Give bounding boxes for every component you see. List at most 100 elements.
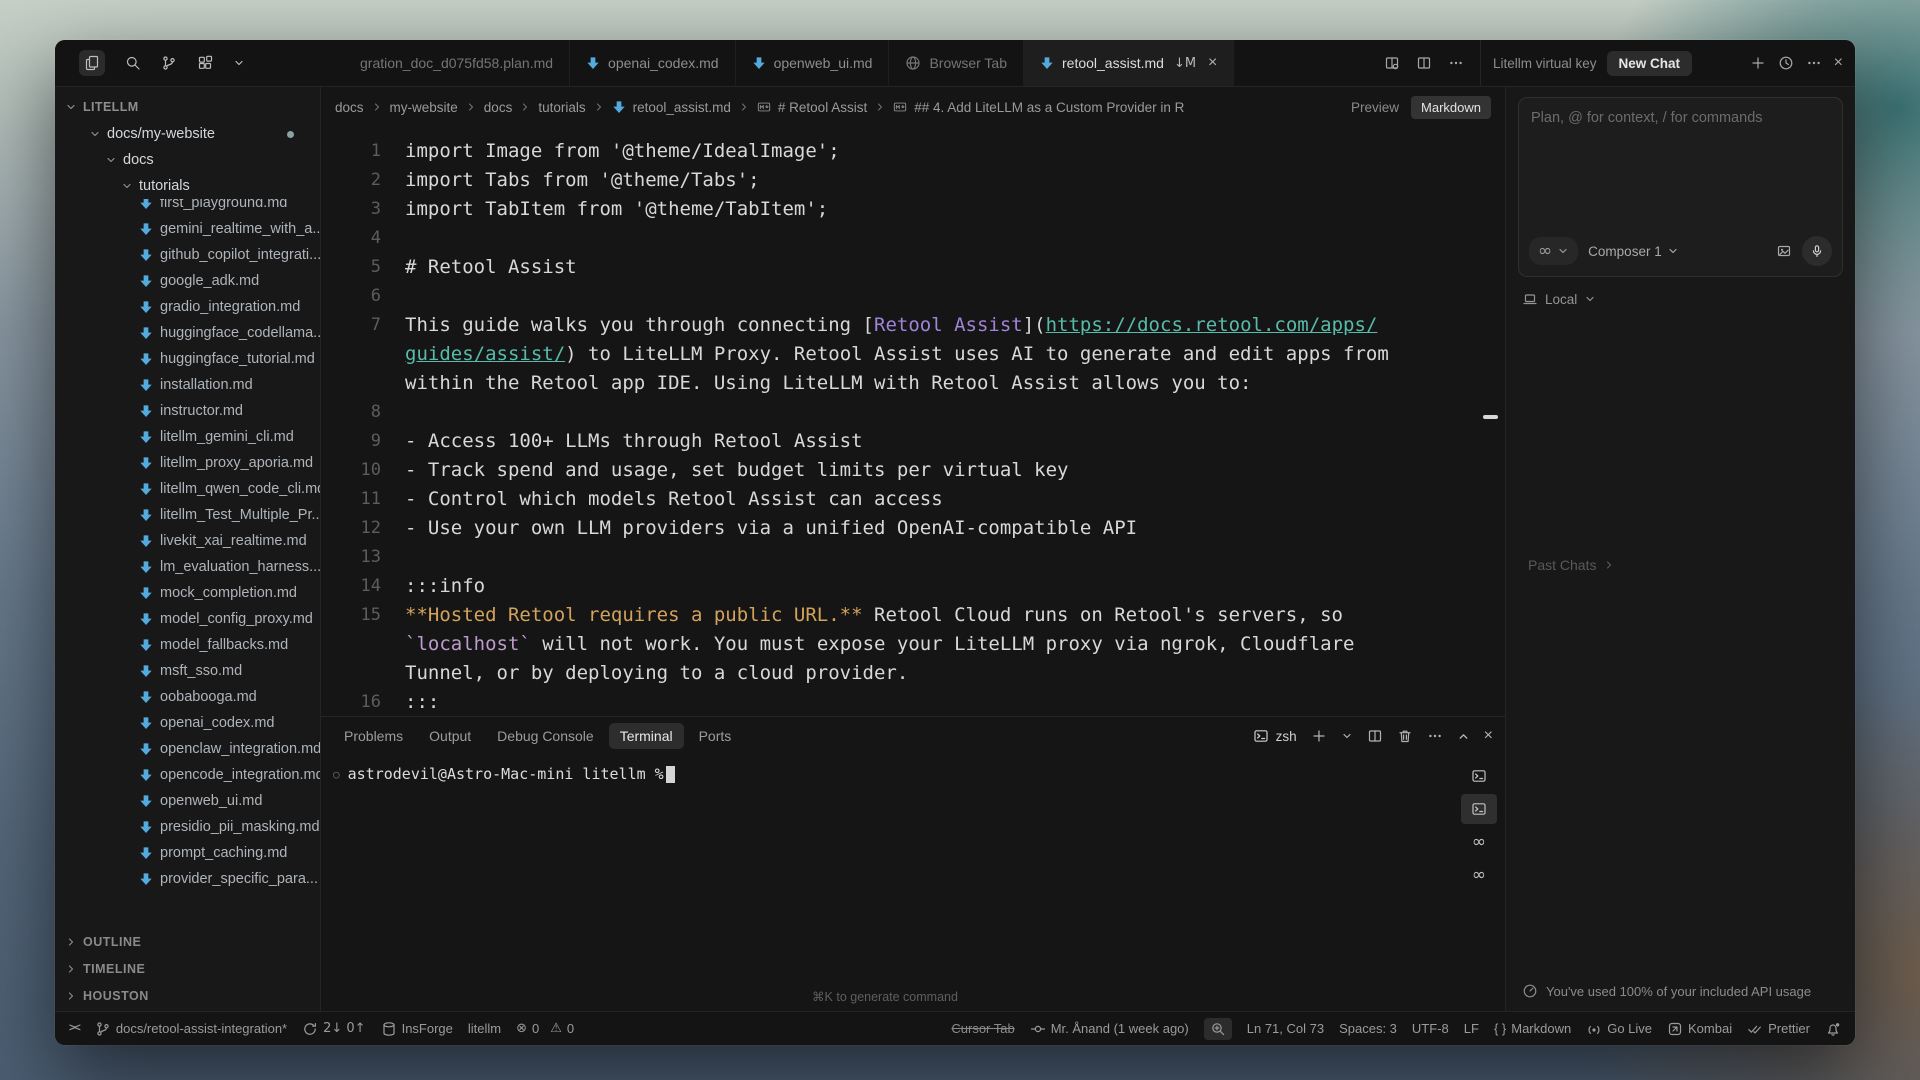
status-project[interactable]: litellm [468, 1021, 501, 1036]
tree-root[interactable]: LITELLM [55, 93, 320, 121]
file-openweb-ui-md[interactable]: openweb_ui.md [55, 788, 320, 814]
model-selector[interactable]: Composer 1 [1588, 244, 1679, 259]
status-branch[interactable]: docs/retool-assist-integration* [95, 1021, 287, 1037]
status-sync[interactable]: 2↓ 0↑ [302, 1021, 365, 1037]
status-eol[interactable]: LF [1464, 1021, 1479, 1036]
file-oobabooga-md[interactable]: oobabooga.md [55, 684, 320, 710]
file-openclaw-integration-md[interactable]: openclaw_integration.md [55, 736, 320, 762]
file-livekit-xai-realtime-md[interactable]: livekit_xai_realtime.md [55, 528, 320, 554]
file-openai-codex-md[interactable]: openai_codex.md [55, 710, 320, 736]
breadcrumb-item[interactable]: docs [335, 100, 364, 115]
status-search-toggle[interactable] [1204, 1018, 1232, 1040]
source-control-icon[interactable] [161, 55, 177, 71]
status-notifications[interactable] [1825, 1021, 1841, 1037]
status-blame[interactable]: Mr. Ånand (1 week ago) [1030, 1021, 1189, 1037]
folder-docs[interactable]: docs [55, 147, 320, 173]
panel-tab-terminal[interactable]: Terminal [609, 723, 684, 749]
file-huggingface-tutorial-md[interactable]: huggingface_tutorial.md [55, 346, 320, 372]
voice-input-button[interactable] [1802, 236, 1832, 266]
close-icon[interactable]: × [1834, 55, 1843, 71]
preview-label[interactable]: Preview [1351, 100, 1399, 115]
file-litellm-proxy-aporia-md[interactable]: litellm_proxy_aporia.md [55, 450, 320, 476]
chat-tab-new-chat[interactable]: New Chat [1607, 51, 1693, 76]
tab-close-icon[interactable]: × [1208, 54, 1217, 72]
chevron-down-icon[interactable] [233, 57, 245, 69]
status-position[interactable]: Ln 71, Col 73 [1247, 1021, 1324, 1036]
file-huggingface-codellama-[interactable]: huggingface_codellama... [55, 320, 320, 346]
file-model-fallbacks-md[interactable]: model_fallbacks.md [55, 632, 320, 658]
breadcrumb-item[interactable]: my-website [390, 100, 458, 115]
file-google-adk-md[interactable]: google_adk.md [55, 268, 320, 294]
file-gradio-integration-md[interactable]: gradio_integration.md [55, 294, 320, 320]
sidebar-section-timeline[interactable]: TIMELINE [55, 955, 320, 982]
status-prettier[interactable]: Prettier [1747, 1021, 1810, 1037]
files-icon[interactable] [79, 50, 105, 76]
terminal-body[interactable]: ○ astrodevil@Astro-Mac-mini litellm % ⌘K… [321, 755, 1505, 1011]
status-cursor-tab[interactable]: Cursor Tab [951, 1021, 1014, 1036]
chat-input[interactable]: Plan, @ for context, / for commands ∞ Co… [1518, 97, 1843, 277]
file-model-config-proxy-md[interactable]: model_config_proxy.md [55, 606, 320, 632]
status-encoding[interactable]: UTF-8 [1412, 1021, 1449, 1036]
terminal-session-infinity[interactable]: ∞ [1461, 860, 1497, 890]
tab-openai-codex-md[interactable]: openai_codex.md [570, 40, 736, 86]
status-spaces[interactable]: Spaces: 3 [1339, 1021, 1397, 1036]
breadcrumb-item[interactable]: docs [484, 100, 513, 115]
code-editor[interactable]: 1import Image from '@theme/IdealImage';2… [321, 127, 1505, 716]
status-language[interactable]: { }Markdown [1494, 1021, 1571, 1036]
file-mock-completion-md[interactable]: mock_completion.md [55, 580, 320, 606]
new-terminal-button[interactable] [1311, 728, 1327, 744]
breadcrumb-anchor[interactable]: # Retool Assist [778, 100, 867, 115]
breadcrumb-anchor[interactable]: ## 4. Add LiteLLM as a Custom Provider i… [914, 100, 1184, 115]
terminal-more-button[interactable] [1427, 728, 1443, 744]
file-gemini-realtime-with-a-[interactable]: gemini_realtime_with_a... [55, 216, 320, 242]
panel-tab-debug-console[interactable]: Debug Console [486, 723, 605, 749]
tab-retool-assist-md[interactable]: retool_assist.md↓M× [1024, 40, 1234, 86]
file-prompt-caching-md[interactable]: prompt_caching.md [55, 840, 320, 866]
agent-mode-pill[interactable]: ∞ [1529, 237, 1578, 265]
file-msft-sso-md[interactable]: msft_sso.md [55, 658, 320, 684]
past-chats-link[interactable]: Past Chats [1528, 557, 1615, 573]
split-terminal-button[interactable] [1367, 728, 1383, 744]
folder-tutorials[interactable]: tutorials [55, 173, 320, 199]
extensions-icon[interactable] [197, 55, 213, 71]
file-litellm-gemini-cli-md[interactable]: litellm_gemini_cli.md [55, 424, 320, 450]
kill-terminal-button[interactable] [1397, 728, 1413, 744]
scrollbar-indicator[interactable] [1483, 415, 1498, 419]
shell-label[interactable]: zsh [1253, 728, 1297, 744]
file-litellm-qwen-code-cli-md[interactable]: litellm_qwen_code_cli.md [55, 476, 320, 502]
file-provider-specific-para-[interactable]: provider_specific_para... [55, 866, 320, 892]
status-insforge[interactable]: InsForge [381, 1021, 453, 1037]
more-icon[interactable] [1448, 55, 1464, 71]
breadcrumb-item[interactable]: tutorials [538, 100, 585, 115]
file-lm-evaluation-harness-[interactable]: lm_evaluation_harness... [55, 554, 320, 580]
terminal-session-infinity[interactable]: ∞ [1461, 827, 1497, 857]
tab-gration-doc-d075fd58-plan-md[interactable]: gration_doc_d075fd58.plan.md [344, 40, 570, 86]
split-search-icon[interactable] [1384, 55, 1400, 71]
chat-tab-litellm-virtual-key[interactable]: Litellm virtual key [1493, 56, 1597, 71]
file-installation-md[interactable]: installation.md [55, 372, 320, 398]
tab-openweb-ui-md[interactable]: openweb_ui.md [736, 40, 890, 86]
folder-docs-my-website[interactable]: docs/my-website [55, 121, 320, 147]
search-icon[interactable] [125, 55, 141, 71]
file-instructor-md[interactable]: instructor.md [55, 398, 320, 424]
file-github-copilot-integrati-[interactable]: github_copilot_integrati... [55, 242, 320, 268]
status-problems[interactable]: ⊗0⚠0 [516, 1021, 574, 1036]
panel-tab-ports[interactable]: Ports [688, 723, 743, 749]
terminal-session-terminal[interactable] [1461, 761, 1497, 791]
panel-tab-output[interactable]: Output [418, 723, 482, 749]
status-remote[interactable]: >< [69, 1023, 80, 1034]
tab-browser-tab[interactable]: Browser Tab [889, 40, 1024, 86]
file-first-playground-md[interactable]: first_playground.md [55, 199, 320, 216]
clock-icon[interactable] [1778, 55, 1794, 71]
terminal-content[interactable]: ○ astrodevil@Astro-Mac-mini litellm % [321, 755, 1453, 1011]
maximize-panel-button[interactable] [1457, 730, 1470, 743]
attach-image-button[interactable] [1776, 243, 1792, 259]
file-opencode-integration-md[interactable]: opencode_integration.md [55, 762, 320, 788]
environment-selector[interactable]: Local [1518, 277, 1843, 321]
breadcrumb-file[interactable]: retool_assist.md [633, 100, 731, 115]
status-go-live[interactable]: Go Live [1586, 1021, 1652, 1037]
terminal-dropdown[interactable] [1341, 730, 1353, 742]
split-icon[interactable] [1416, 55, 1432, 71]
sidebar-section-houston[interactable]: HOUSTON [55, 982, 320, 1009]
file-presidio-pii-masking-md[interactable]: presidio_pii_masking.md [55, 814, 320, 840]
